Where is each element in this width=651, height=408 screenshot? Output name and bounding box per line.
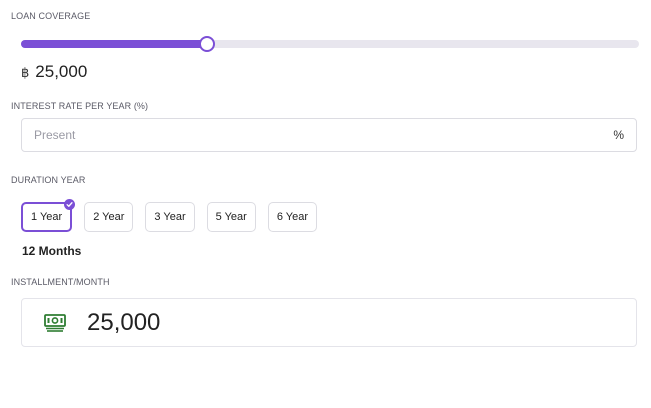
installment-box: 25,000 bbox=[21, 298, 637, 347]
interest-rate-label: INTEREST RATE PER YEAR (%) bbox=[11, 101, 149, 111]
duration-option-label: 2 Year bbox=[93, 211, 125, 223]
check-icon bbox=[64, 199, 76, 210]
money-icon bbox=[43, 313, 67, 333]
duration-option-3-year[interactable]: 3 Year bbox=[145, 202, 195, 232]
duration-option-label: 5 Year bbox=[215, 211, 247, 223]
duration-option-label: 3 Year bbox=[154, 211, 186, 223]
loan-coverage-label: LOAN COVERAGE bbox=[11, 11, 91, 21]
interest-rate-field[interactable]: % bbox=[21, 118, 637, 152]
duration-option-2-year[interactable]: 2 Year bbox=[84, 202, 134, 232]
slider-fill bbox=[21, 40, 207, 48]
duration-options: 1 Year 2 Year 3 Year 5 Year 6 Year bbox=[21, 199, 318, 232]
interest-rate-input[interactable] bbox=[34, 128, 614, 142]
loan-amount: ฿ 25,000 bbox=[21, 62, 87, 82]
duration-option-1-year[interactable]: 1 Year bbox=[21, 199, 76, 232]
slider-thumb[interactable] bbox=[199, 36, 216, 52]
duration-months: 12 Months bbox=[22, 244, 82, 258]
duration-option-6-year[interactable]: 6 Year bbox=[267, 202, 318, 232]
installment-value: 25,000 bbox=[87, 308, 161, 336]
installment-label: INSTALLMENT/MONTH bbox=[11, 277, 110, 287]
currency-symbol: ฿ bbox=[21, 65, 30, 80]
loan-coverage-slider[interactable] bbox=[21, 36, 639, 52]
duration-option-label: 6 Year bbox=[276, 211, 309, 223]
duration-option-label: 1 Year bbox=[31, 211, 63, 223]
loan-amount-value: 25,000 bbox=[35, 62, 88, 81]
percent-suffix: % bbox=[613, 128, 624, 142]
duration-option-5-year[interactable]: 5 Year bbox=[206, 202, 256, 232]
duration-label: DURATION YEAR bbox=[11, 175, 86, 185]
